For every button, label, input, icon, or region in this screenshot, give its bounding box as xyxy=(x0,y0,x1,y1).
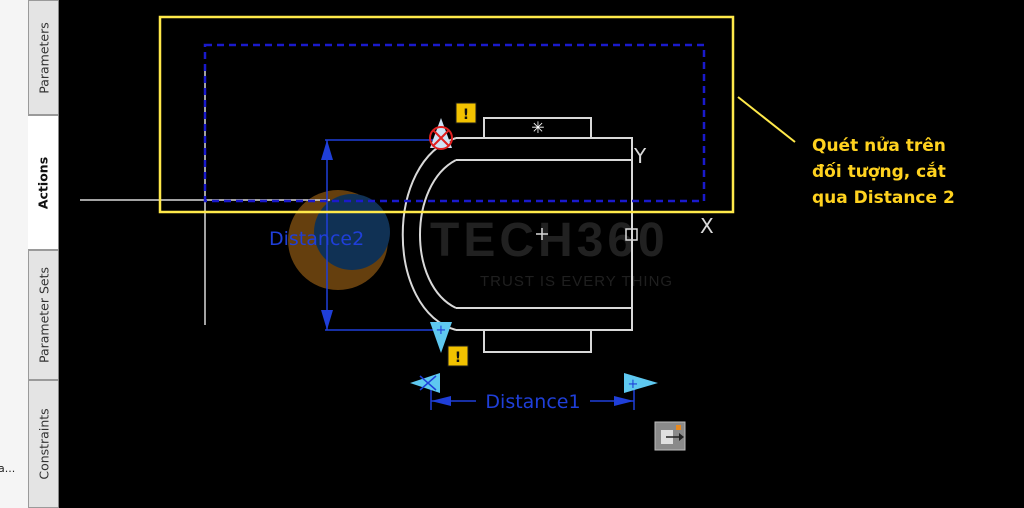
bottom-tab xyxy=(483,329,592,353)
distance1-label: Distance1 xyxy=(485,391,580,413)
tab-label-actions: Actions xyxy=(35,156,51,209)
selection-window xyxy=(203,43,706,203)
tab-label-parameters: Parameters xyxy=(36,21,51,94)
tab-label-parameter-sets: Parameter Sets xyxy=(36,266,51,364)
callout-leader xyxy=(737,96,796,143)
tab-label-constraints: Constraints xyxy=(36,408,51,480)
distance2-parameter[interactable]: Distance2 xyxy=(269,139,440,331)
distance1-parameter[interactable]: Distance1 xyxy=(430,388,635,413)
arrow-grip-icon[interactable]: + xyxy=(624,373,658,393)
palette-edge: a... xyxy=(0,0,28,508)
svg-text:+: + xyxy=(436,323,447,338)
arrow-grip-icon[interactable] xyxy=(410,373,440,393)
arrow-grip-icon[interactable] xyxy=(429,118,453,150)
tab-actions[interactable]: Actions xyxy=(28,115,58,250)
annotation-text: Quét nửa trên đối tượng, cắt qua Distanc… xyxy=(812,136,955,208)
ucs-x-label: X xyxy=(700,214,714,238)
block-authoring-palette: a... Parameters Actions Parameter Sets C… xyxy=(0,0,59,508)
alert-badge-icon[interactable]: ! xyxy=(455,102,477,124)
alert-badge-icon[interactable]: ! xyxy=(447,345,469,367)
ucs-y-label: Y xyxy=(633,144,647,168)
svg-text:!: ! xyxy=(455,350,461,366)
tab-parameters[interactable]: Parameters xyxy=(28,0,58,115)
tab-parameter-sets[interactable]: Parameter Sets xyxy=(28,250,58,380)
truncated-label: a... xyxy=(0,462,16,475)
svg-text:+: + xyxy=(628,377,639,392)
watermark-tagline: TRUST IS EVERY THING xyxy=(480,273,673,290)
distance2-label: Distance2 xyxy=(269,228,364,250)
svg-text:!: ! xyxy=(463,107,469,123)
move-grip-icon[interactable]: ✳ xyxy=(531,118,544,137)
block-editor-action-icon[interactable] xyxy=(654,421,686,451)
tab-constraints[interactable]: Constraints xyxy=(28,380,58,508)
drawing-canvas[interactable]: TECH360 TRUST IS EVERY THING ✳ Y X Dista… xyxy=(58,0,1024,508)
